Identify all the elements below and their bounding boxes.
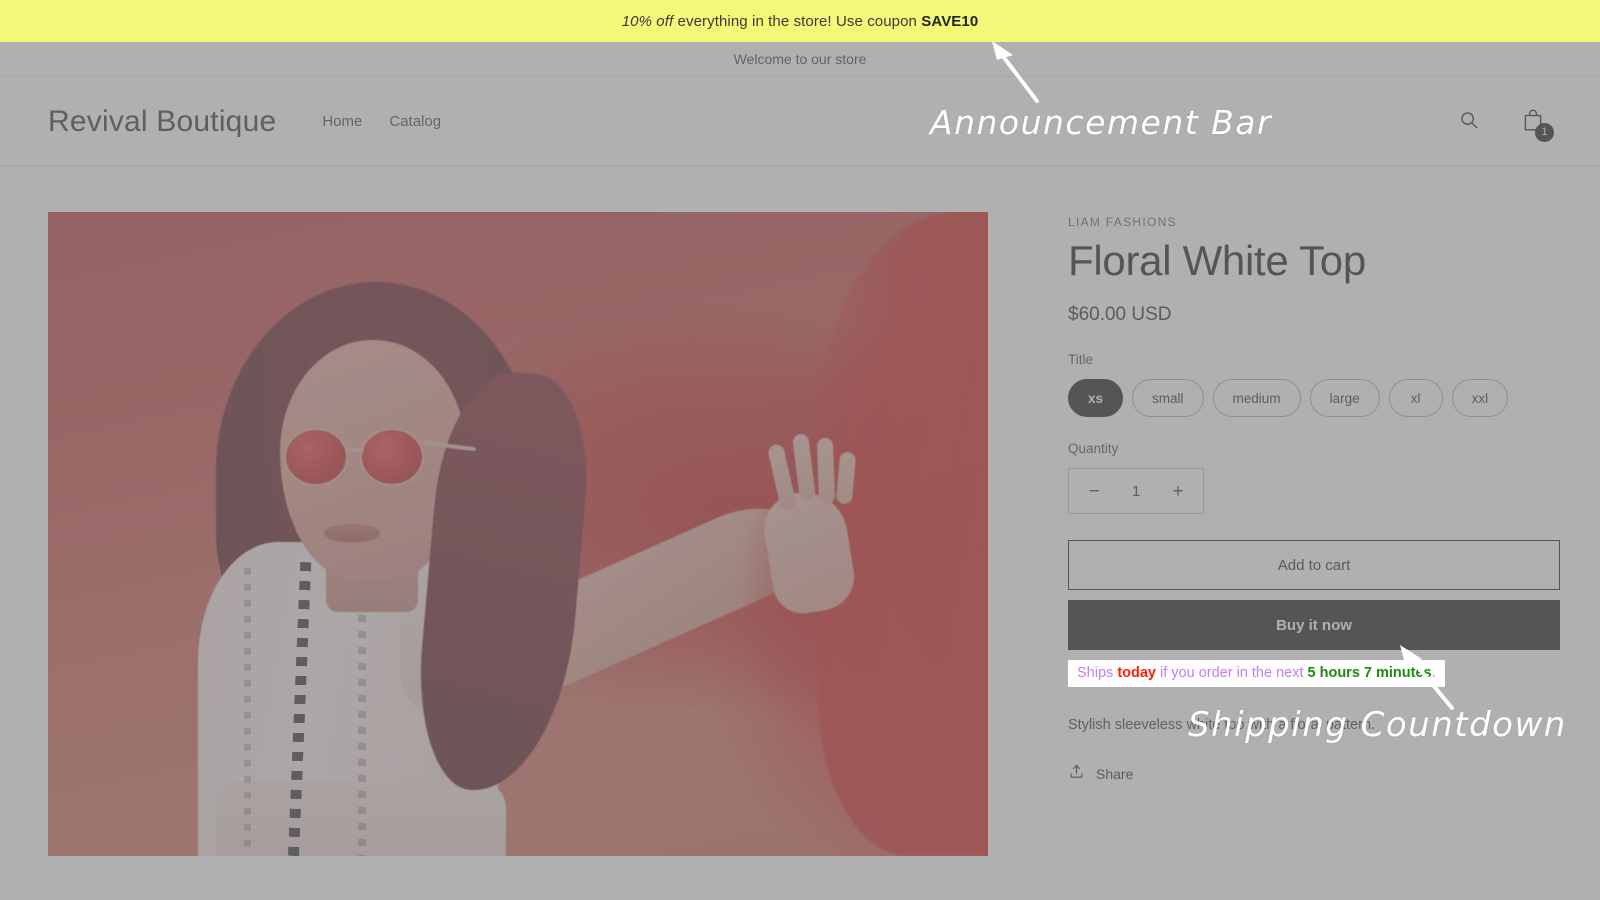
share-label: Share — [1096, 766, 1133, 782]
product-vendor: LIAM FASHIONS — [1068, 215, 1548, 229]
countdown-middle: if you order in the next — [1156, 665, 1308, 681]
variant-option-medium[interactable]: medium — [1213, 379, 1301, 417]
welcome-text: Welcome to our store — [734, 51, 867, 67]
nav-item-catalog[interactable]: Catalog — [389, 113, 441, 130]
variant-option-large[interactable]: large — [1310, 379, 1380, 417]
announcement-emphasis: 10% off — [622, 13, 674, 30]
search-icon — [1458, 109, 1480, 134]
product-info: LIAM FASHIONS Floral White Top $60.00 US… — [988, 212, 1548, 900]
announcement-text: 10% off everything in the store! Use cou… — [622, 13, 979, 30]
announcement-bar: 10% off everything in the store! Use cou… — [0, 0, 1600, 42]
site-header: Revival Boutique Home Catalog — [0, 78, 1600, 166]
countdown-suffix: . — [1432, 665, 1436, 681]
share-icon — [1068, 763, 1085, 785]
brand-logo[interactable]: Revival Boutique — [48, 105, 276, 139]
countdown-prefix: Ships — [1077, 665, 1117, 681]
buy-it-now-button[interactable]: Buy it now — [1068, 600, 1560, 650]
welcome-strip: Welcome to our store — [0, 42, 1600, 77]
announcement-body: everything in the store! Use coupon — [673, 13, 921, 30]
page-root: 10% off everything in the store! Use cou… — [0, 0, 1600, 900]
quantity-increase-button[interactable]: + — [1167, 482, 1189, 501]
header-actions: 1 — [1450, 103, 1552, 141]
quantity-block: Quantity − 1 + — [1068, 441, 1548, 514]
product-photo-backdrop — [48, 212, 988, 856]
product-title: Floral White Top — [1068, 238, 1548, 284]
share-button[interactable]: Share — [1068, 763, 1133, 785]
quantity-decrease-button[interactable]: − — [1083, 482, 1105, 501]
search-button[interactable] — [1450, 103, 1488, 141]
announcement-coupon-code: SAVE10 — [921, 13, 978, 30]
cart-button[interactable]: 1 — [1514, 103, 1552, 141]
quantity-stepper[interactable]: − 1 + — [1068, 468, 1204, 514]
variant-option-xs[interactable]: xs — [1068, 379, 1123, 417]
variant-label: Title — [1068, 352, 1548, 367]
main-nav: Home Catalog — [322, 113, 441, 130]
cart-count-badge: 1 — [1535, 123, 1554, 142]
product-image[interactable] — [48, 212, 988, 856]
product-photo-subject — [48, 212, 988, 856]
variant-option-small[interactable]: small — [1132, 379, 1204, 417]
shipping-countdown: Ships today if you order in the next 5 h… — [1068, 660, 1445, 687]
variant-option-xxl[interactable]: xxl — [1452, 379, 1509, 417]
countdown-today: today — [1117, 665, 1156, 681]
product-main: LIAM FASHIONS Floral White Top $60.00 US… — [0, 167, 1600, 900]
add-to-cart-button[interactable]: Add to cart — [1068, 540, 1560, 590]
quantity-value: 1 — [1132, 483, 1140, 500]
product-description: Stylish sleeveless white top with a flor… — [1068, 717, 1548, 733]
quantity-label: Quantity — [1068, 441, 1548, 456]
nav-item-home[interactable]: Home — [322, 113, 362, 130]
variant-options: xs small medium large xl xxl — [1068, 379, 1548, 417]
variant-option-xl[interactable]: xl — [1389, 379, 1443, 417]
countdown-timer: 5 hours 7 minutes — [1308, 665, 1432, 681]
product-price: $60.00 USD — [1068, 304, 1548, 326]
